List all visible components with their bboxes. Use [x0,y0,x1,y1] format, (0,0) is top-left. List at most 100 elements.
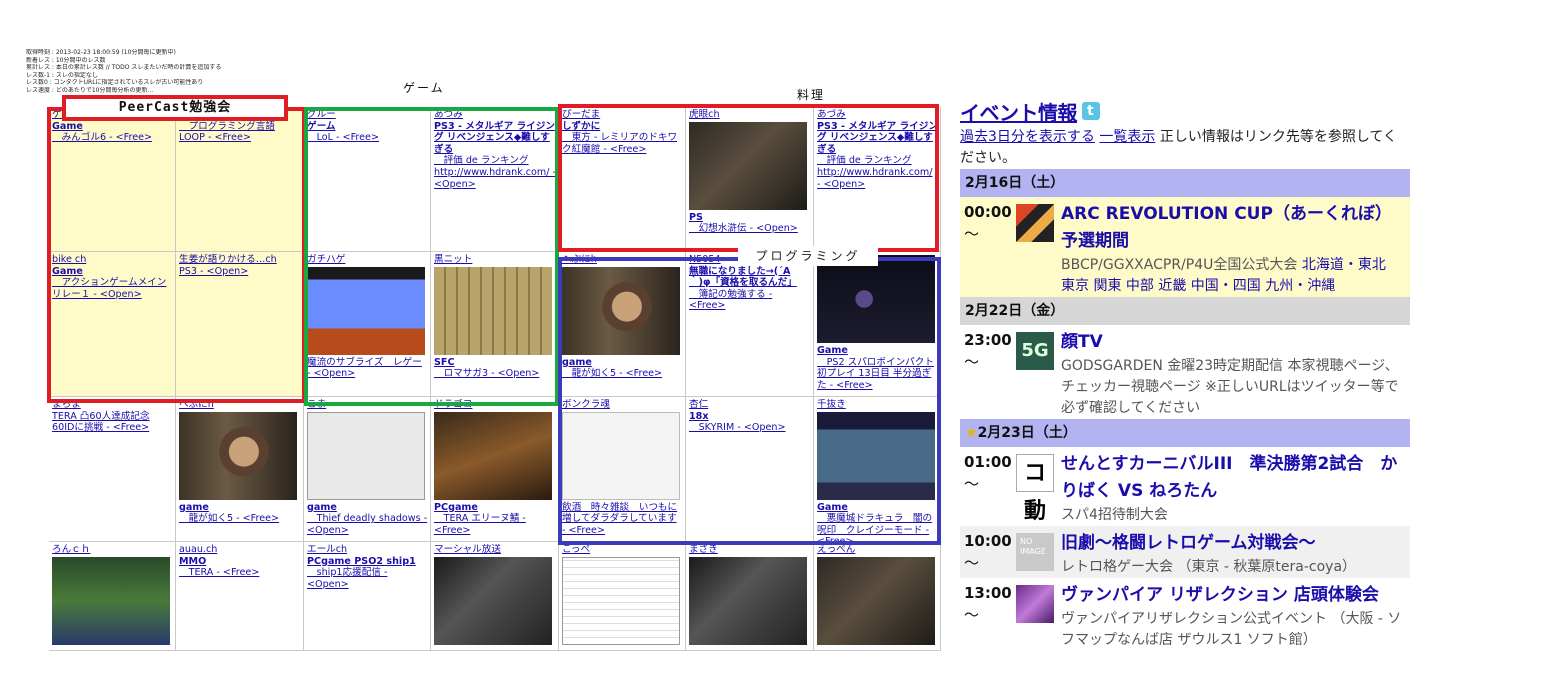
stats-line: レス速度 : どのあたりで10分間毎分析の更新... [26,86,154,94]
event-description: BBCP/GGXXACPR/P4U全国公式大会 北海道・東北 東京 関東 中部 … [1061,255,1404,297]
event-logo-icon[interactable] [1016,204,1054,242]
channel-detail-link[interactable]: TERA - <Free> [179,567,301,579]
event-description-text: GODSGARDEN 金曜23時定期配信 本家視聴ページ、チェッカー視聴ページ … [1061,358,1399,416]
list-view-link[interactable]: 一覧表示 [1099,129,1155,145]
stats-legend: 取得時刻 : 2013-02-23 18:00:59 (10分間毎に更新中) 新… [26,49,286,95]
event-time-tilde: 〜 [964,554,980,572]
event-name-link[interactable]: ARC REVOLUTION CUP（あーくれぼ）予選期間 [1061,201,1404,255]
event-time: 00:00 〜 [964,201,1016,297]
stats-line: レス数-1 : スレの指定なし [26,71,98,79]
channel-genre-link[interactable]: game [307,502,428,514]
event-row: 23:00 〜 5G 顔TV GODSGARDEN 金曜23時定期配信 本家視聴ページ、… [960,325,1410,419]
event-logo-icon[interactable]: NO IMAGE [1016,533,1054,571]
event-name-link[interactable]: 旧劇〜格闘レトロゲーム対戦会〜 [1061,530,1404,557]
show-3days-link[interactable]: 過去3日分を表示する [960,129,1095,145]
channel-thumbnail[interactable] [434,556,552,645]
event-name-link[interactable]: せんとすカーニバルIII 準決勝第2試合 かりばく VS ねろたん [1061,451,1404,505]
channel-name-link[interactable]: マーシャル放送 [434,544,556,556]
channel-name-link[interactable]: auau.ch [179,544,301,556]
event-description: GODSGARDEN 金曜23時定期配信 本家視聴ページ、チェッカー視聴ページ … [1061,356,1404,419]
channel-thumbnail[interactable] [562,556,680,645]
channel-name-link[interactable]: ろんｃｈ [52,544,173,556]
event-body: 顔TV GODSGARDEN 金曜23時定期配信 本家視聴ページ、チェッカー視聴ペ… [1061,329,1410,419]
event-time: 23:00 〜 [964,329,1016,419]
event-name-link[interactable]: ヴァンパイア リザレクション 店頭体験会 [1061,582,1404,609]
event-description: スパ4招待制大会 [1061,505,1404,526]
channel-thumbnail[interactable] [434,411,552,500]
events-list: 2月16日（土） 00:00 〜 ARC REVOLUTION CUP（あーくれぼ）予… [960,169,1410,651]
channel-thumbnail[interactable] [179,411,297,500]
channel-thumbnail[interactable] [817,556,935,645]
channel-cell: ドラゴコ PCgame TERA エリーヌ鯖 - <Free> [431,397,559,542]
channel-thumbnail[interactable] [689,556,807,645]
channel-cell: えっぺん [814,542,941,651]
event-time-tilde: 〜 [964,606,980,624]
event-row: 00:00 〜 ARC REVOLUTION CUP（あーくれぼ）予選期間 BBCP/… [960,197,1410,297]
event-body: せんとすカーニバルIII 準決勝第2試合 かりばく VS ねろたんスパ4招待制大… [1061,451,1410,526]
channel-cell: ろんｃｈ [49,542,176,651]
event-start-time: 23:00 [964,331,1012,349]
events-header: イベント情報 t [960,96,1410,126]
event-body: 旧劇〜格闘レトロゲーム対戦会〜レトロ格ゲー大会 （東京 - 秋葉原tera-co… [1061,530,1410,578]
channel-thumbnail[interactable] [52,556,170,645]
event-time-tilde: 〜 [964,225,980,243]
event-time: 10:00 〜 [964,530,1016,578]
channel-name-link[interactable]: こっぺ [562,544,683,556]
stats-line: 取得時刻 : 2013-02-23 18:00:59 (10分間毎に更新中) [26,49,176,56]
event-date-header: 2月16日（土） [960,169,1410,197]
event-date-label: 2月22日（金） [965,303,1065,319]
event-description: ヴァンパイアリザレクション公式イベント （大阪 - ソフマップなんば店 ザウルス… [1061,609,1404,651]
channel-genre-link[interactable]: PCgame PSO2 ship1 [307,556,428,568]
event-name-link[interactable]: 顔TV [1061,329,1404,356]
channel-cell: まらま TERA 凸60人達成記念 60IDに挑戦 - <Free> [49,397,176,542]
event-logo-icon[interactable] [1016,585,1054,623]
star-icon: ★ [965,425,978,441]
events-title-link[interactable]: イベント情報 [960,97,1078,126]
event-time-tilde: 〜 [964,475,980,493]
events-description: 過去3日分を表示する 一覧表示 正しい情報はリンク先等を参照してください。 [960,127,1410,169]
stats-line: 新着レス : 10分間中のレス数 [26,56,106,64]
event-row: 01:00 〜 コ動 せんとすカーニバルIII 準決勝第2試合 かりばく VS ねろた… [960,447,1410,526]
twitter-icon[interactable]: t [1082,102,1100,120]
event-date-header: ★2月23日（土） [960,419,1410,447]
highlight-peercast [47,107,306,403]
event-logo-icon[interactable]: 5G [1016,332,1054,370]
event-body: ARC REVOLUTION CUP（あーくれぼ）予選期間 BBCP/GGXXAC… [1061,201,1410,297]
channel-thumbnail[interactable] [307,411,425,500]
annotation-peercast: PeerCast勉強会 [62,95,288,121]
channel-detail-link[interactable]: TERA 凸60人達成記念 60IDに挑戦 - <Free> [52,411,173,434]
event-logo-icon[interactable]: コ動 [1016,454,1054,524]
channel-cell: こっぺ [559,542,686,651]
event-row: 10:00 〜 NO IMAGE 旧劇〜格闘レトロゲーム対戦会〜 レトロ格ゲー大会 （東… [960,526,1410,578]
highlight-programming [558,257,941,545]
channel-genre-link[interactable]: PCgame [434,502,556,514]
event-description-text: レトロ格ゲー大会 （東京 - 秋葉原tera-coya） [1061,559,1357,575]
event-description-text: スパ4招待制大会 [1061,507,1168,523]
channel-genre-link[interactable]: MMO [179,556,301,568]
channel-name-link[interactable]: エールch [307,544,428,556]
channel-genre-link[interactable]: game [179,502,301,514]
channel-cell: auau.ch MMO TERA - <Free> [176,542,304,651]
annotation-game: ゲーム [403,81,445,95]
channel-detail-link[interactable]: Thief deadly shadows - <Open> [307,513,428,536]
channel-cell: へぶにh game 龍が如く5 - <Free> [176,397,304,542]
highlight-cooking [558,104,939,252]
event-description-text: BBCP/GGXXACPR/P4U全国公式大会 [1061,257,1298,273]
event-time: 13:00 〜 [964,582,1016,651]
channel-detail-link[interactable]: ship1応援配信 - <Open> [307,567,428,590]
annotation-programming: プログラミング [738,246,878,266]
events-panel: イベント情報 t 過去3日分を表示する 一覧表示 正しい情報はリンク先等を参照し… [960,96,1410,651]
event-description: レトロ格ゲー大会 （東京 - 秋葉原tera-coya） [1061,557,1404,578]
channel-cell: こま game Thief deadly shadows - <Open> [304,397,431,542]
event-start-time: 00:00 [964,203,1012,221]
event-start-time: 01:00 [964,453,1012,471]
channel-cell: マーシャル放送 [431,542,559,651]
channel-detail-link[interactable]: 龍が如く5 - <Free> [179,513,301,525]
channel-cell: エールch PCgame PSO2 ship1 ship1応援配信 - <Open… [304,542,431,651]
event-date-header: 2月22日（金） [960,297,1410,325]
channel-name-link[interactable]: えっぺん [817,544,938,556]
event-body: ヴァンパイア リザレクション 店頭体験会 ヴァンパイアリザレクション公式イベント … [1061,582,1410,651]
channel-name-link[interactable]: まさき [689,544,811,556]
channel-detail-link[interactable]: TERA エリーヌ鯖 - <Free> [434,513,556,536]
event-date-label: 2月16日（土） [965,175,1065,191]
